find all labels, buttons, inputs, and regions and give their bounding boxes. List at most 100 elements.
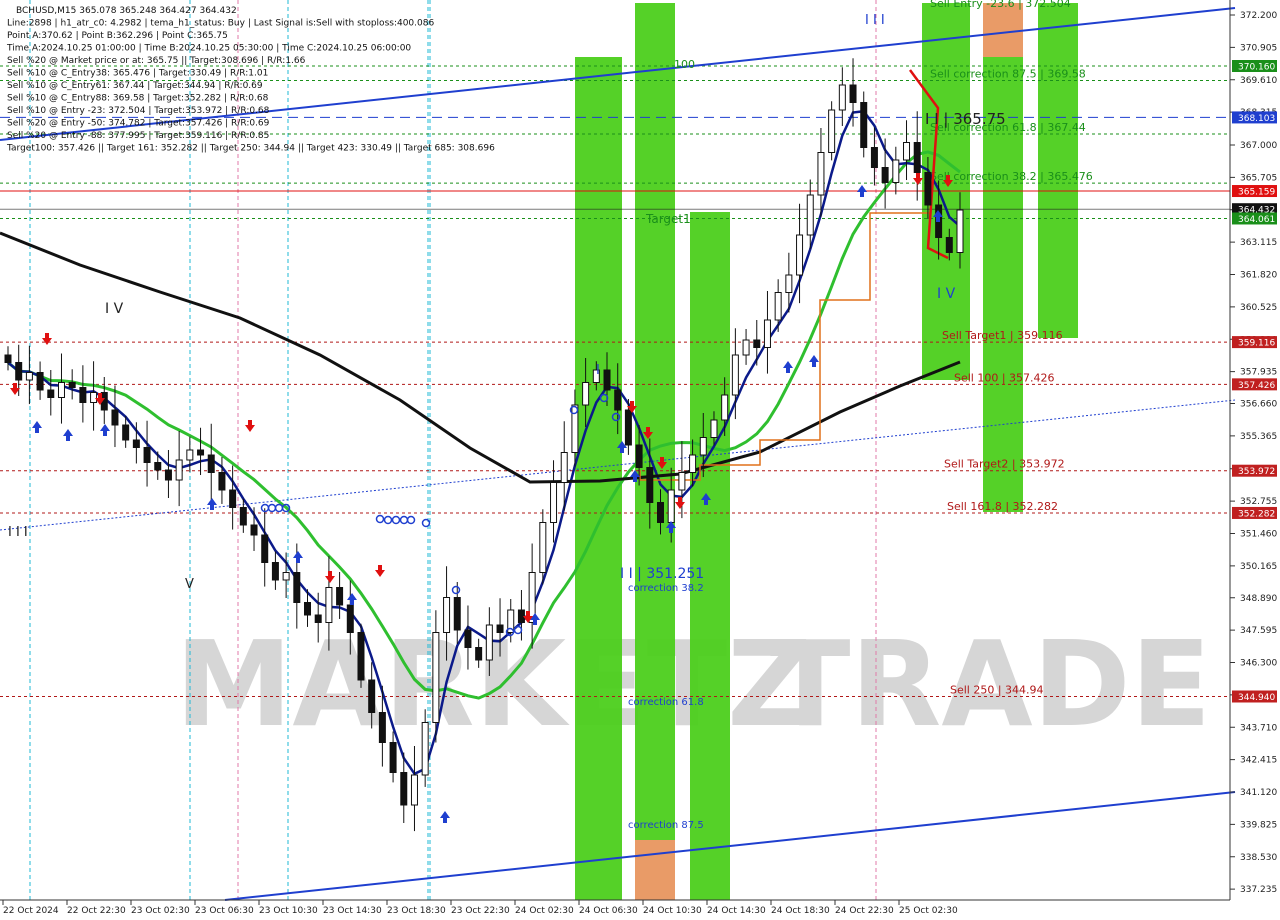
wave-annotation: I I I — [8, 525, 28, 540]
candle-body — [550, 482, 558, 523]
candle-body — [646, 467, 654, 503]
price-level-label: Sell 100 | 357.426 — [954, 371, 1055, 384]
candle-body — [68, 382, 76, 388]
candle-body — [453, 597, 461, 631]
info-line: Time A:2024.10.25 01:00:00 | Time B:2024… — [6, 44, 411, 54]
candle-body — [336, 587, 344, 606]
info-line: Sell %20 @ Entry -50: 374.782 | Target:3… — [7, 119, 270, 129]
time-axis-label: 24 Oct 02:30 — [515, 906, 574, 916]
price-tag-label: 359.116 — [1238, 339, 1275, 349]
candle-body — [175, 459, 183, 481]
candle-body — [186, 449, 194, 461]
time-axis-label: 23 Oct 06:30 — [195, 906, 254, 916]
price-tag-label: 365.159 — [1238, 188, 1275, 198]
price-axis-label: 363.115 — [1240, 238, 1277, 248]
candle-body — [304, 602, 312, 616]
price-axis-label: 346.300 — [1240, 659, 1277, 669]
fib-zone — [983, 3, 1023, 57]
candle-body — [314, 614, 322, 623]
candle-body — [582, 382, 590, 406]
candle-body — [229, 489, 237, 508]
info-line: Target100: 357.426 || Target 161: 352.28… — [6, 144, 495, 154]
time-axis-label: 24 Oct 22:30 — [835, 906, 894, 916]
price-tag-label: 352.282 — [1238, 509, 1275, 519]
price-axis-label: 361.820 — [1240, 271, 1277, 281]
wave-annotation: I I | 365.75 — [925, 110, 1006, 128]
candle-body — [560, 452, 568, 483]
price-axis-label: 356.660 — [1240, 400, 1277, 410]
candle-body — [207, 454, 215, 473]
candle-body — [699, 437, 707, 456]
candle-body — [197, 449, 205, 456]
price-axis-label: 350.165 — [1240, 562, 1277, 572]
candle-body — [785, 274, 793, 293]
price-tag-label: 364.061 — [1238, 215, 1275, 225]
info-line: Sell %10 @ Entry -23: 372.504 | Target:3… — [7, 106, 270, 116]
price-axis-label: 372.200 — [1240, 11, 1277, 21]
candle-body — [4, 354, 12, 363]
price-axis-label: 341.120 — [1240, 788, 1277, 798]
candle-body — [410, 774, 418, 806]
wave-annotation: correction 38.2 — [628, 583, 704, 594]
info-line: Sell %20 @ Market price or at: 365.75 ||… — [7, 56, 306, 66]
candle-body — [443, 597, 451, 633]
price-axis-label: 348.890 — [1240, 594, 1277, 604]
candle-body — [132, 439, 140, 448]
time-axis-label: 23 Oct 22:30 — [451, 906, 510, 916]
candle-body — [924, 172, 932, 206]
fib-zone — [690, 212, 730, 900]
price-axis-label: 369.610 — [1240, 76, 1277, 86]
candle-body — [496, 624, 504, 633]
price-level-label: Sell Entry -23.6 | 372.504 — [930, 0, 1071, 10]
candle-body — [261, 534, 269, 563]
candle-body — [432, 632, 440, 723]
time-axis-label: 25 Oct 02:30 — [899, 906, 958, 916]
time-axis-label: 23 Oct 02:30 — [131, 906, 190, 916]
wave-annotation: 100 — [674, 58, 695, 71]
price-axis-label: 351.460 — [1240, 530, 1277, 540]
wave-annotation: correction 61.8 — [628, 697, 704, 708]
info-line: Point A:370.62 | Point B:362.296 | Point… — [7, 31, 228, 41]
wave-annotation: I I | 351.251 — [620, 566, 704, 582]
time-axis-label: 24 Oct 06:30 — [579, 906, 638, 916]
price-level-label: Sell Target2 | 353.972 — [944, 458, 1065, 471]
candle-body — [485, 624, 493, 661]
wave-annotation: Target1 — [645, 212, 691, 226]
price-axis-label: 365.705 — [1240, 173, 1277, 183]
candle-body — [293, 572, 301, 603]
price-tag-label: 357.426 — [1238, 381, 1275, 391]
price-axis-label: 367.000 — [1240, 141, 1277, 151]
candle-body — [667, 489, 675, 523]
candle-body — [614, 389, 622, 411]
time-axis-label: 23 Oct 14:30 — [323, 906, 382, 916]
candle-body — [464, 629, 472, 648]
candle-body — [753, 339, 761, 348]
price-axis-label: 360.525 — [1240, 303, 1277, 313]
candle-body — [57, 382, 65, 398]
candle-body — [143, 447, 151, 463]
candle-body — [849, 84, 857, 103]
price-axis-label: 339.825 — [1240, 820, 1277, 830]
candle-body — [817, 152, 825, 196]
price-level-label: Sell correction 87.5 | 369.58 — [930, 68, 1086, 81]
price-tag-label: 344.940 — [1238, 693, 1275, 703]
candle-body — [956, 209, 964, 253]
candle-body — [239, 507, 247, 526]
info-line: Sell %10 @ C_Entry38: 365.476 | Target:3… — [7, 69, 268, 79]
candle-body — [689, 454, 697, 473]
candle-body — [346, 604, 354, 633]
candle-body — [325, 587, 333, 623]
time-axis-label: 24 Oct 10:30 — [643, 906, 702, 916]
price-level-label: Sell 161.8 | 352.282 — [947, 500, 1058, 513]
candle-body — [539, 522, 547, 573]
candle-body — [678, 472, 686, 491]
candle-body — [624, 409, 632, 446]
time-axis-label: 22 Oct 22:30 — [67, 906, 126, 916]
candle-body — [357, 632, 365, 681]
candle-body — [164, 469, 172, 481]
candle-body — [421, 722, 429, 776]
price-axis-label: 337.235 — [1240, 885, 1277, 895]
candle-body — [47, 389, 55, 398]
price-tag-label: 353.972 — [1238, 467, 1275, 477]
candle-body — [282, 572, 290, 581]
